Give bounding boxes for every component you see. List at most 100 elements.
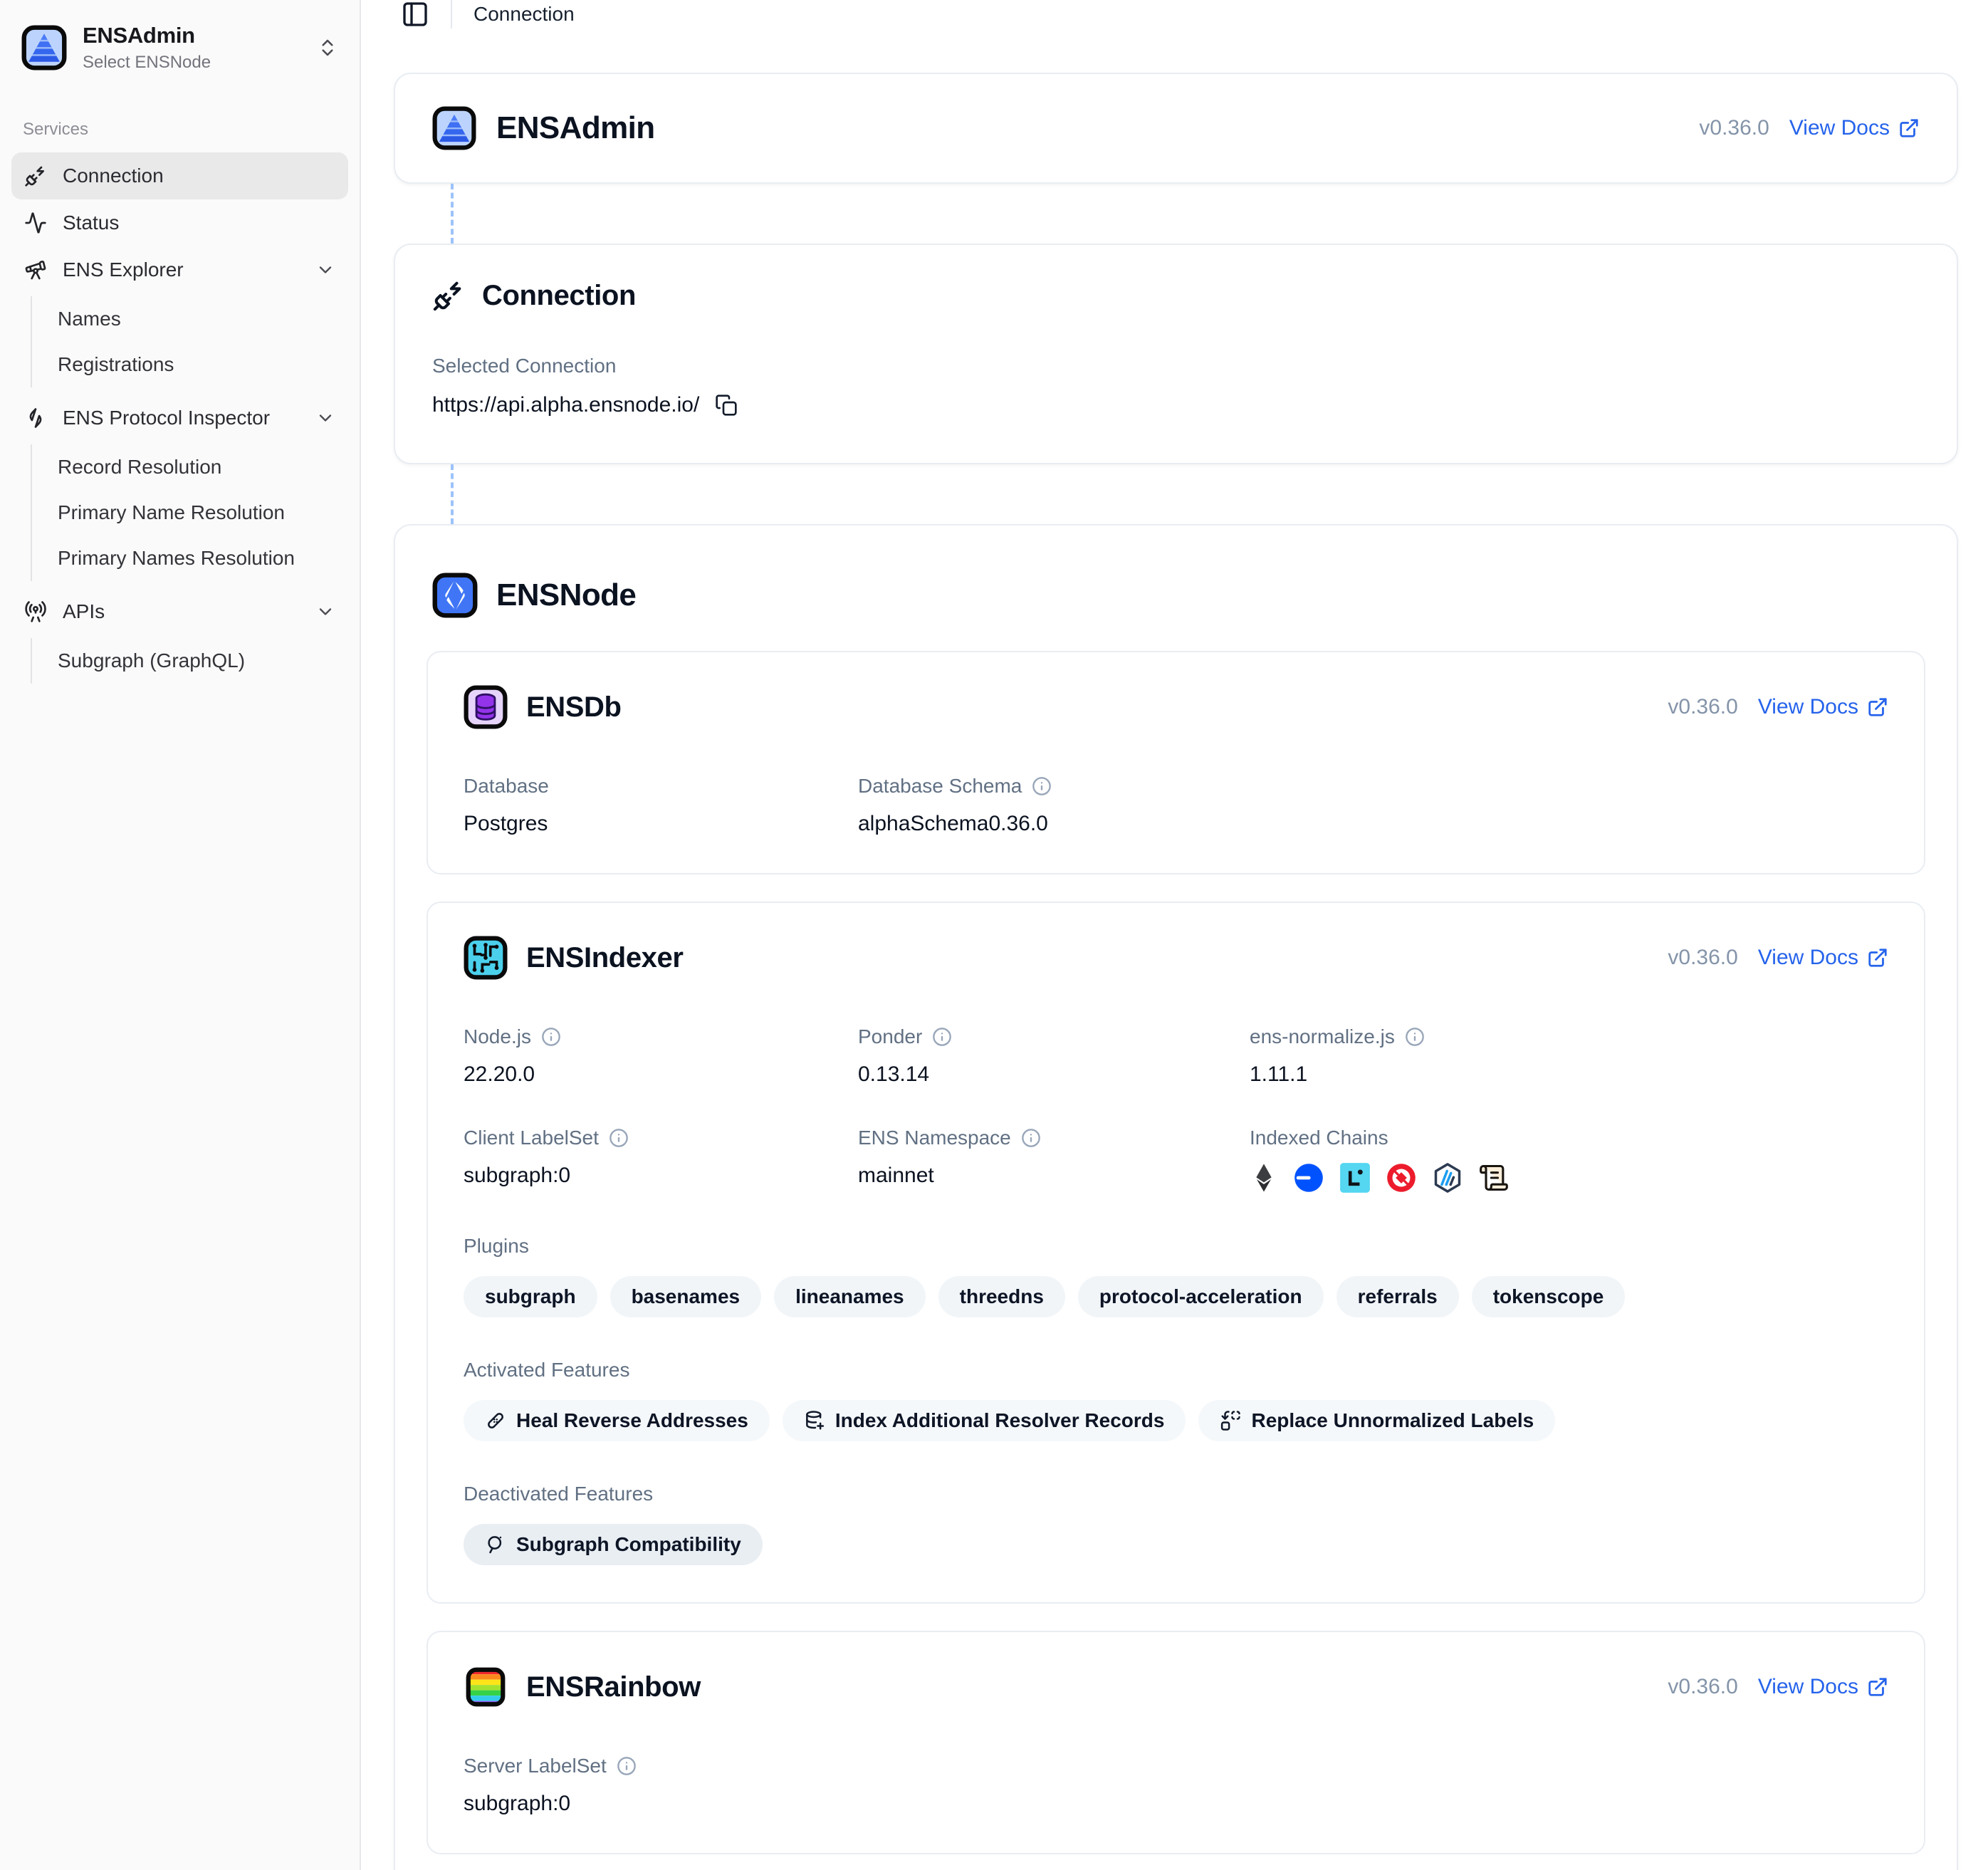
sidebar-item-primary-name-resolution[interactable]: Primary Name Resolution: [32, 490, 348, 536]
ensadmin-card: ENSAdmin v0.36.0 View Docs: [394, 73, 1958, 184]
sidebar-section-label: Services: [23, 120, 348, 140]
feature-badge-label: Subgraph Compatibility: [516, 1533, 741, 1556]
chain-scroll-icon[interactable]: [1478, 1162, 1510, 1193]
app-title: ENSAdmin: [83, 23, 301, 48]
field-ens-normalize: ens-normalize.js 1.11.1: [1250, 1025, 1888, 1087]
sidebar-item-label: Subgraph (GraphQL): [58, 649, 245, 672]
sidebar-item-registrations[interactable]: Registrations: [32, 342, 348, 387]
apis-sublist: Subgraph (GraphQL): [31, 638, 348, 684]
ensdb-card: ENSDb v0.36.0 View Docs Dat: [427, 651, 1925, 874]
content: ENSAdmin v0.36.0 View Docs Connection: [361, 28, 1988, 1870]
field-database: Database Postgres: [464, 775, 858, 836]
ensadmin-logo-icon: [432, 106, 476, 150]
info-icon[interactable]: [932, 1027, 952, 1047]
field-label: Client LabelSet: [464, 1127, 599, 1149]
ensadmin-view-docs-link[interactable]: View Docs: [1789, 116, 1920, 140]
info-icon[interactable]: [1032, 776, 1052, 796]
field-ponder: Ponder 0.13.14: [858, 1025, 1250, 1087]
search-icon: [485, 1534, 506, 1555]
ensrainbow-view-docs-link[interactable]: View Docs: [1758, 1675, 1888, 1699]
sidebar-item-primary-names-resolution[interactable]: Primary Names Resolution: [32, 536, 348, 581]
chain-optimism-icon[interactable]: [1386, 1162, 1417, 1193]
ensadmin-logo-icon: [21, 25, 67, 70]
field-label: Server LabelSet: [464, 1755, 607, 1777]
field-value: mainnet: [858, 1164, 1250, 1188]
ensadmin-card-title: ENSAdmin: [496, 110, 655, 146]
deactivated-features-row: Subgraph Compatibility: [464, 1524, 1888, 1565]
ensindexer-version: v0.36.0: [1668, 946, 1737, 970]
view-docs-label: View Docs: [1758, 946, 1858, 970]
field-label: Database Schema: [858, 775, 1022, 798]
feature-badge: Heal Reverse Addresses: [464, 1400, 770, 1441]
chain-ethereum-icon[interactable]: [1250, 1162, 1278, 1193]
sidebar: ENSAdmin Select ENSNode Services Connect…: [0, 0, 361, 1870]
app-subtitle: Select ENSNode: [83, 53, 301, 73]
protocol-inspector-sublist: Record Resolution Primary Name Resolutio…: [31, 444, 348, 581]
sidebar-item-ens-protocol-inspector[interactable]: ENS Protocol Inspector: [11, 395, 348, 442]
sidebar-item-label: Primary Name Resolution: [58, 501, 285, 524]
telescope-icon: [24, 258, 47, 281]
chain-arbitrum-icon[interactable]: [1432, 1162, 1463, 1193]
sidebar-item-connection[interactable]: Connection: [11, 152, 348, 199]
ensdb-view-docs-link[interactable]: View Docs: [1758, 695, 1888, 719]
bandage-icon: [485, 1410, 506, 1431]
main-area: Connection: [361, 0, 1988, 1870]
sidebar-item-label: Registrations: [58, 353, 174, 376]
field-label: Indexed Chains: [1250, 1127, 1888, 1149]
sidebar-item-record-resolution[interactable]: Record Resolution: [32, 444, 348, 490]
plugin-badge: tokenscope: [1472, 1276, 1626, 1317]
deactivated-features-label: Deactivated Features: [464, 1483, 1888, 1505]
feature-badge-label: Index Additional Resolver Records: [835, 1409, 1165, 1432]
plugin-badge: protocol-acceleration: [1078, 1276, 1324, 1317]
ensrainbow-version: v0.36.0: [1668, 1675, 1737, 1699]
field-ens-namespace: ENS Namespace mainnet: [858, 1127, 1250, 1193]
plugin-badge: subgraph: [464, 1276, 597, 1317]
sidebar-item-apis[interactable]: APIs: [11, 588, 348, 635]
external-link-icon: [1867, 1676, 1888, 1698]
activity-icon: [24, 211, 47, 234]
ensindexer-view-docs-link[interactable]: View Docs: [1758, 946, 1888, 970]
info-icon[interactable]: [617, 1756, 637, 1776]
external-link-icon: [1867, 696, 1888, 718]
info-icon[interactable]: [541, 1027, 561, 1047]
activated-features-label: Activated Features: [464, 1359, 1888, 1381]
copy-icon[interactable]: [715, 394, 738, 417]
field-indexed-chains: Indexed Chains: [1250, 1127, 1888, 1193]
topbar-separator: [451, 0, 452, 28]
field-value: 1.11.1: [1250, 1062, 1888, 1087]
info-icon[interactable]: [1021, 1128, 1041, 1148]
indexed-chains-row: [1250, 1162, 1888, 1193]
external-link-icon: [1867, 947, 1888, 968]
feature-badge-label: Replace Unnormalized Labels: [1251, 1409, 1534, 1432]
view-docs-label: View Docs: [1758, 695, 1858, 719]
ensrainbow-card-title: ENSRainbow: [526, 1671, 701, 1703]
sidebar-item-subgraph-graphql[interactable]: Subgraph (GraphQL): [32, 638, 348, 684]
sidebar-item-label: Names: [58, 308, 121, 330]
feature-badge-label: Heal Reverse Addresses: [516, 1409, 748, 1432]
external-link-icon: [1898, 117, 1920, 139]
ensnode-card: ENSNode ENSDb: [394, 524, 1958, 1870]
sidebar-toggle-button[interactable]: [401, 0, 429, 28]
sidebar-item-label: Record Resolution: [58, 456, 221, 479]
chain-base-icon[interactable]: [1293, 1162, 1324, 1193]
ensrainbow-card: ENSRainbow v0.36.0 View Docs: [427, 1631, 1925, 1854]
activated-features-row: Heal Reverse Addresses Index Additional …: [464, 1400, 1888, 1441]
sidebar-item-status[interactable]: Status: [11, 199, 348, 246]
ensindexer-card-title: ENSIndexer: [526, 942, 684, 974]
field-label: Node.js: [464, 1025, 531, 1048]
field-label: ENS Namespace: [858, 1127, 1011, 1149]
sidebar-item-names[interactable]: Names: [32, 296, 348, 342]
field-value: subgraph:0: [464, 1164, 858, 1188]
plugins-label: Plugins: [464, 1235, 1888, 1258]
info-icon[interactable]: [609, 1128, 629, 1148]
selected-connection-label: Selected Connection: [432, 355, 1920, 377]
field-value: 0.13.14: [858, 1062, 1250, 1087]
ensnode-switcher[interactable]: ENSAdmin Select ENSNode: [11, 13, 348, 83]
sidebar-item-ens-explorer[interactable]: ENS Explorer: [11, 246, 348, 293]
info-icon[interactable]: [1405, 1027, 1425, 1047]
chain-linea-icon[interactable]: [1339, 1162, 1371, 1193]
chevron-down-icon: [315, 602, 335, 622]
plugin-badge: basenames: [610, 1276, 762, 1317]
ensrainbow-logo-icon: [464, 1665, 508, 1709]
field-server-labelset: Server LabelSet subgraph:0: [464, 1755, 858, 1816]
